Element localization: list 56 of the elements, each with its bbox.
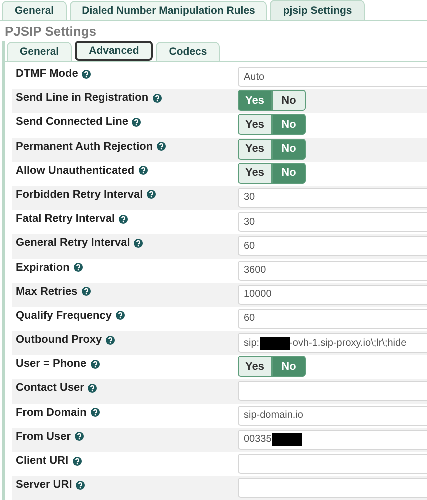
setting-label: DTMF Mode <box>16 68 78 80</box>
field-value: -ovh-1.sip-proxy.io\;lr\;hide <box>290 338 407 349</box>
tab[interactable]: Codecs <box>156 42 220 61</box>
input-field[interactable]: 30 <box>238 212 427 232</box>
field-value: 10000 <box>244 289 272 300</box>
yes-button[interactable]: Yes <box>238 90 272 112</box>
setting-label: Expiration <box>16 262 70 274</box>
tab[interactable]: General <box>7 42 72 61</box>
setting-label: Send Line in Registration <box>16 92 149 104</box>
field-value: 00335 <box>244 434 272 446</box>
setting-label: Contact User <box>16 382 84 394</box>
field-value: 60 <box>244 313 256 324</box>
field-value: sip-domain.io <box>244 410 304 422</box>
no-button[interactable]: No <box>272 90 306 112</box>
tab[interactable]: Dialed Number Manipulation Rules <box>70 1 268 20</box>
field-value: 3600 <box>244 265 266 276</box>
field-value: 30 <box>244 192 256 204</box>
no-button[interactable]: No <box>272 162 306 184</box>
field-value: 30 <box>244 216 256 228</box>
setting-label: User = Phone <box>16 358 87 370</box>
yes-button[interactable]: Yes <box>238 114 272 136</box>
tab[interactable]: pjsip Settings <box>270 0 366 20</box>
setting-label: General Retry Interval <box>16 237 130 250</box>
setting-label: From User <box>16 430 72 443</box>
input-field[interactable]: 3600 <box>238 260 427 280</box>
yes-button[interactable]: Yes <box>238 138 272 160</box>
setting-label: From Domain <box>16 406 87 419</box>
field-value: Auto <box>244 72 265 82</box>
tab[interactable]: General <box>2 1 68 20</box>
input-field[interactable]: 10000 <box>238 284 427 305</box>
input-field[interactable]: Auto <box>238 67 427 87</box>
input-field[interactable]: 00335 <box>238 430 427 450</box>
yes-button[interactable]: Yes <box>238 162 272 184</box>
input-field[interactable]: 60 <box>238 236 427 256</box>
tab[interactable]: Advanced <box>75 41 154 61</box>
no-button[interactable]: No <box>272 114 306 136</box>
setting-label: Server URI <box>16 479 72 492</box>
setting-label: Outbound Proxy <box>16 334 102 346</box>
section-title: PJSIP Settings <box>5 24 97 39</box>
field-value: sip: <box>244 338 260 349</box>
no-button[interactable]: No <box>272 356 306 378</box>
setting-label: Fatal Retry Interval <box>16 213 116 226</box>
setting-label: Qualify Frequency <box>16 310 112 322</box>
setting-label: Forbidden Retry Interval <box>16 188 144 201</box>
setting-label: Max Retries <box>16 286 78 298</box>
input-field[interactable]: sip: -ovh-1.sip-proxy.io\;lr\;hide <box>238 333 427 354</box>
setting-label: Client URI <box>16 455 69 467</box>
yes-button[interactable]: Yes <box>238 356 272 378</box>
setting-label: Allow Unauthenticated <box>16 164 135 177</box>
no-button[interactable]: No <box>272 138 306 160</box>
setting-label: Send Connected Line <box>16 116 128 128</box>
setting-label: Permanent Auth Rejection <box>16 140 154 153</box>
input-field[interactable]: 30 <box>238 188 427 208</box>
input-field[interactable]: 60 <box>238 308 427 329</box>
input-field[interactable]: sip-domain.io <box>238 406 427 426</box>
field-value: 60 <box>244 240 256 252</box>
